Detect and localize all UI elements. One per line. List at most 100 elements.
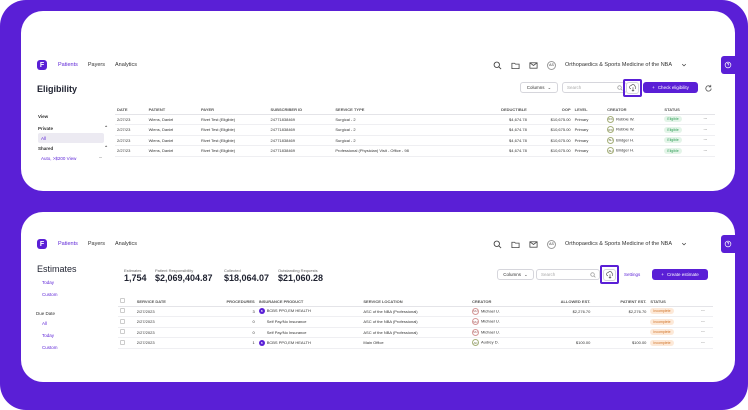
columns-button[interactable]: Columns ⌄ [497,269,534,280]
col-status[interactable]: STATUS [648,297,699,307]
check-eligibility-button[interactable]: + Check eligibility [643,82,698,93]
more-icon[interactable]: ··· [703,137,707,143]
col-patient-est[interactable]: PATIENT EST. [592,297,649,307]
cell-actions: ··· [701,124,715,136]
nav-link-patients[interactable]: Patients [58,241,78,247]
more-icon[interactable]: ··· [703,127,707,133]
create-estimate-label: Create estimate [666,272,699,277]
table-row[interactable]: 2/27/2023 0 Self Pay/No Insurance ASC of… [118,316,713,328]
more-icon[interactable]: ··· [701,308,705,314]
nav-link-analytics[interactable]: Analytics [115,241,137,247]
nav-link-payers[interactable]: Payers [88,241,105,247]
more-icon[interactable]: ··· [99,155,103,161]
row-checkbox[interactable] [120,308,125,314]
col-creator[interactable]: CREATOR [605,105,663,115]
col-status[interactable]: STATUS [662,105,702,115]
help-button[interactable] [721,56,735,74]
stat-value: 1,754 [124,273,147,283]
due-item-all[interactable]: All [42,318,58,328]
row-checkbox[interactable] [120,339,125,345]
table-row[interactable]: 2/27/23 Wiens, Daniel Rivet Test (Eligib… [115,114,715,125]
settings-link[interactable]: Settings [624,272,640,277]
org-name[interactable]: Orthopaedics & Sports Medicine of the NB… [565,62,672,68]
page-title: Estimates [37,264,77,274]
col-service-type[interactable]: SERVICE TYPE [333,105,475,115]
cell-service-location: Main Office [361,337,470,349]
plan-badge: B [258,339,265,346]
search-input[interactable]: Search [562,82,627,93]
col-date[interactable]: DATE [115,105,147,115]
table-row[interactable]: 2/27/23 Wiens, Daniel Rivet Test (Eligib… [115,145,715,157]
col-service-location[interactable]: SERVICE LOCATION [361,297,470,307]
refresh-icon[interactable] [704,84,713,93]
nav-link-analytics[interactable]: Analytics [115,62,137,68]
cell-procedures: 0 [196,327,257,338]
table-row[interactable]: 2/27/23 Wiens, Daniel Rivet Test (Eligib… [115,135,715,146]
folder-icon[interactable] [511,240,520,249]
sidebar-item-today[interactable]: Today [42,277,58,287]
sidebar-item-custom[interactable]: Custom [42,289,58,299]
status-badge: Incomplete [650,308,674,315]
col-select [118,297,135,307]
mail-icon[interactable] [529,61,538,70]
create-estimate-button[interactable]: + Create estimate [652,269,708,280]
sidebar-item-all[interactable]: All [38,133,104,143]
shared-group[interactable]: Shared ⌃ [38,143,108,153]
col-insurance-product[interactable]: INSURANCE PRODUCT [256,297,362,307]
more-icon[interactable]: ··· [701,319,705,325]
due-item-today[interactable]: Today [42,330,58,340]
status-badge: Incomplete [650,339,674,346]
col-patient[interactable]: PATIENT [146,105,199,115]
table-row[interactable]: 2/27/2023 3 B BCBS PPO,EM HEALTH ASC of t… [118,306,713,317]
cell-actions: ··· [698,337,713,349]
nav-links: Patients Payers Analytics [58,241,137,247]
col-payer[interactable]: PAYER [198,105,269,115]
nav-link-patients[interactable]: Patients [58,62,78,68]
more-icon[interactable]: ··· [701,329,705,335]
product-name: Self Pay/No Insurance [266,329,307,335]
table-row[interactable]: 2/27/23 Wiens, Daniel Rivet Test (Eligib… [115,124,715,136]
cell-date: 2/27/23 [115,124,147,136]
more-icon[interactable]: ··· [701,340,705,346]
nav-link-payers[interactable]: Payers [88,62,105,68]
row-checkbox[interactable] [120,318,125,324]
cell-service-type: Surgical - 2 [333,135,475,146]
cell-creator: AD Audrey D. [469,337,530,349]
cell-level: Primary [572,124,606,136]
search-icon[interactable] [493,61,502,70]
chevron-down-icon[interactable] [681,62,687,68]
org-avatar[interactable]: AS [547,239,556,249]
help-button[interactable] [721,235,735,253]
select-all-checkbox[interactable] [120,298,125,304]
private-group[interactable]: Private ⌃ [38,123,108,133]
folder-icon[interactable] [511,61,520,70]
due-item-custom[interactable]: Custom [42,342,58,352]
search-icon[interactable] [493,240,502,249]
col-procedures[interactable]: PROCEDURES [196,297,257,307]
more-icon[interactable]: ··· [703,116,707,122]
col-deductible[interactable]: DEDUCTIBLE [474,105,529,115]
chevron-down-icon[interactable] [681,241,687,247]
mail-icon[interactable] [529,240,538,249]
col-service-date[interactable]: SERVICE DATE [134,297,197,307]
col-subscriber-id[interactable]: SUBSCRIBER ID [268,105,334,115]
col-allowed-est[interactable]: ALLOWED EST. [529,297,593,307]
stat-value: $18,064.07 [224,273,270,283]
sidebar-item-auto-view[interactable]: Auto, >$200 View ··· [38,153,102,163]
table-row[interactable]: 2/27/2023 1 B BCBS PPO,EM HEALTH Main Off… [118,337,713,349]
app-logo[interactable]: F [37,239,47,249]
org-avatar[interactable]: AS [547,60,556,70]
help-icon [724,61,732,69]
table-row[interactable]: 2/27/2023 0 Self Pay/No Insurance ASC of… [118,327,713,338]
columns-button[interactable]: Columns ⌄ [520,82,558,93]
col-oop[interactable]: OOP [528,105,573,115]
search-input[interactable]: Search [536,269,600,280]
row-checkbox[interactable] [120,329,125,335]
col-creator[interactable]: CREATOR [469,297,530,307]
more-icon[interactable]: ··· [703,148,707,154]
org-name[interactable]: Orthopaedics & Sports Medicine of the NB… [565,241,672,247]
col-level[interactable]: LEVEL [572,105,606,115]
app-logo[interactable]: F [37,60,47,70]
product-name: Self Pay/No Insurance [266,319,307,325]
table-header-row: DATE PATIENT PAYER SUBSCRIBER ID SERVICE… [115,105,715,115]
